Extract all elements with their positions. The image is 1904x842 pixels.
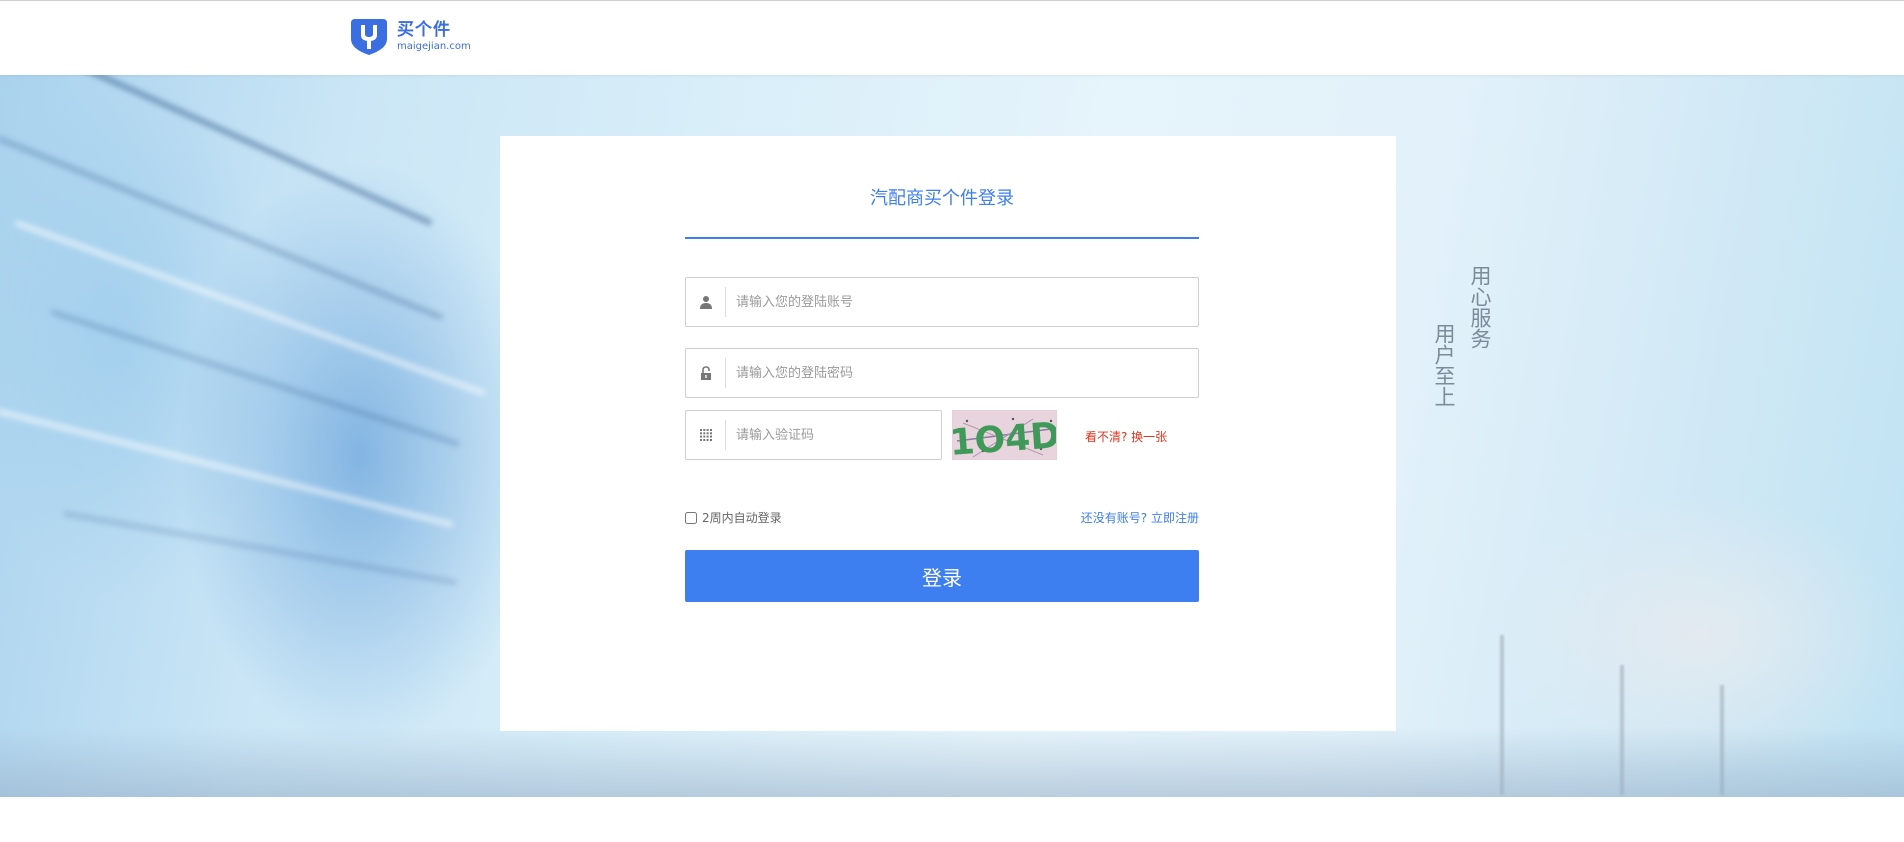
refresh-captcha-link[interactable]: 看不清? 换一张 [1085,428,1167,445]
captcha-field [685,410,942,460]
remember-checkbox[interactable] [685,511,697,524]
login-card: 汽配商买个件登录 请输入您的登陆账号 请输入验证码 1O4D 看不清? 换一张 … [500,136,1396,731]
password-input[interactable] [726,353,1198,393]
user-icon [686,287,726,317]
slogan-line-2: 用户至上 [1432,323,1456,407]
slogan-calligraphy: 用心服务 用户至上 [1425,265,1495,465]
register-prompt: 还没有账号? [1080,511,1151,525]
logo-text: 买个件 maigejian.com [397,19,471,54]
login-button[interactable]: 登录 [685,550,1199,602]
register-now-link[interactable]: 立即注册 [1151,511,1199,525]
remember-me[interactable]: 2周内自动登录 [685,509,782,526]
account-input[interactable] [726,282,1198,322]
account-field [685,277,1199,327]
password-field [685,348,1199,398]
slogan-line-1: 用心服务 [1468,265,1492,349]
remember-label: 2周内自动登录 [702,511,782,525]
captcha-input[interactable] [726,415,941,455]
login-title: 汽配商买个件登录 [870,188,1014,209]
site-logo[interactable]: 买个件 maigejian.com [347,17,471,57]
wrench-shield-logo-icon [351,19,387,55]
grid-icon [686,420,726,450]
register-link[interactable]: 还没有账号? 立即注册 [1081,509,1199,526]
svg-text:1O4D: 1O4D [953,415,1057,460]
top-navbar: 买个件 maigejian.com [0,0,1904,75]
brand-domain: maigejian.com [397,40,471,52]
brand-name: 买个件 [397,19,451,40]
title-underline [685,237,1199,239]
lock-icon [686,358,726,388]
captcha-image[interactable]: 1O4D [952,410,1057,460]
